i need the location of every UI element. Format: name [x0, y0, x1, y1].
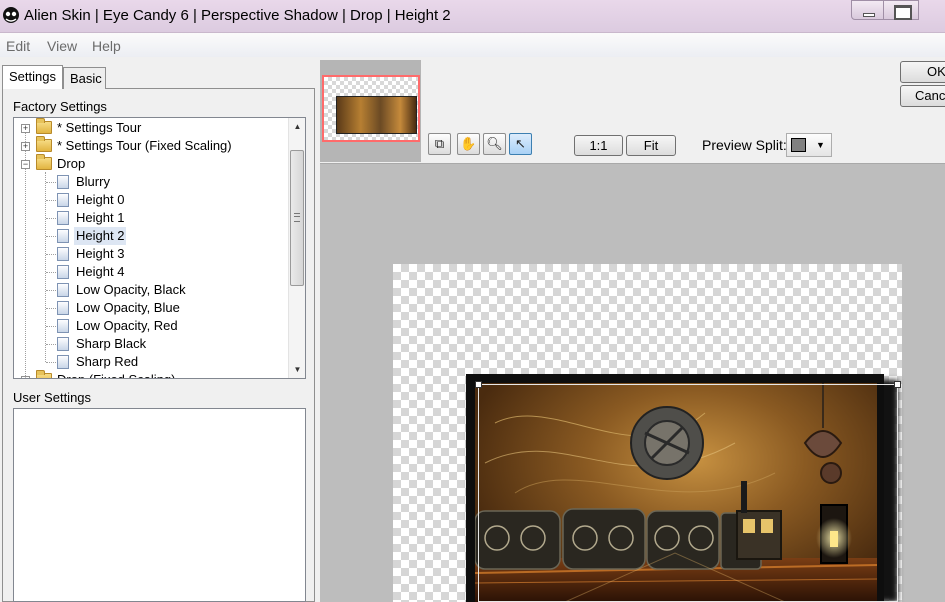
preset-icon [57, 193, 69, 207]
tree-item-height-3[interactable]: Height 3 [14, 245, 286, 263]
tree-item-low-opacity-red[interactable]: Low Opacity, Red [14, 317, 286, 335]
user-settings-list[interactable] [13, 408, 306, 602]
maximize-button[interactable] [883, 0, 919, 20]
folder-icon [36, 136, 52, 152]
tree-scrollbar[interactable]: ▲ ▼ [288, 118, 305, 378]
folder-icon [36, 370, 52, 378]
zoom-icon[interactable]: 🔍︎ [483, 133, 506, 155]
preset-icon [57, 175, 69, 189]
ok-button[interactable]: OK [900, 61, 945, 83]
scroll-down-icon[interactable]: ▼ [289, 361, 305, 378]
resize-handle-top-left[interactable] [475, 381, 482, 388]
preview-split-dropdown[interactable]: ▼ [786, 133, 832, 157]
factory-settings-label: Factory Settings [13, 99, 107, 114]
tree-item-blurry[interactable]: Blurry [14, 173, 286, 191]
scroll-up-icon[interactable]: ▲ [289, 118, 305, 135]
navigator-thumbnail [336, 96, 417, 134]
tab-basic[interactable]: Basic [63, 67, 106, 89]
window-title: Alien Skin | Eye Candy 6 | Perspective S… [24, 7, 451, 24]
open-folder-icon [36, 154, 52, 170]
tree-item-low-opacity-black[interactable]: Low Opacity, Black [14, 281, 286, 299]
split-color-swatch [791, 138, 806, 152]
folder-icon [36, 118, 52, 134]
preset-icon [57, 229, 69, 243]
preset-icon [57, 319, 69, 333]
pointer-icon[interactable]: ↖ [509, 133, 532, 155]
factory-settings-tree[interactable]: + * Settings Tour + * Settings Tour (Fix… [13, 117, 306, 379]
preset-icon [57, 337, 69, 351]
preset-icon [57, 355, 69, 369]
zoom-1to1-button[interactable]: 1:1 [574, 135, 623, 156]
tab-settings[interactable]: Settings [2, 65, 63, 89]
expand-icon[interactable]: + [21, 124, 30, 133]
menu-edit[interactable]: Edit [6, 38, 30, 54]
collapse-icon[interactable]: − [21, 160, 30, 169]
expand-icon[interactable]: + [21, 142, 30, 151]
tree-item-settings-tour-fixed[interactable]: + * Settings Tour (Fixed Scaling) [14, 136, 286, 155]
tree-item-sharp-black[interactable]: Sharp Black [14, 335, 286, 353]
preset-icon [57, 247, 69, 261]
minimize-button[interactable] [851, 0, 884, 20]
cancel-button[interactable]: Cancel [900, 85, 945, 107]
dropdown-arrow-icon: ▼ [816, 140, 825, 150]
selection-frame[interactable] [478, 384, 898, 602]
tree-item-height-2[interactable]: Height 2 [14, 227, 286, 245]
tree-item-height-1[interactable]: Height 1 [14, 209, 286, 227]
expand-icon[interactable]: + [21, 376, 30, 378]
resize-handle-top-right[interactable] [894, 381, 901, 388]
tree-item-low-opacity-blue[interactable]: Low Opacity, Blue [14, 299, 286, 317]
menu-bar: Edit View Help [0, 33, 945, 57]
menu-view[interactable]: View [47, 38, 77, 54]
alien-skin-logo-icon [3, 7, 19, 23]
tree-item-sharp-red[interactable]: Sharp Red [14, 353, 286, 371]
fit-button[interactable]: Fit [626, 135, 676, 156]
tree-item-drop[interactable]: − Drop [14, 154, 286, 173]
preset-icon [57, 211, 69, 225]
preset-icon [57, 301, 69, 315]
menu-help[interactable]: Help [92, 38, 121, 54]
tree-item-height-0[interactable]: Height 0 [14, 191, 286, 209]
scroll-thumb[interactable] [290, 150, 304, 286]
hand-icon[interactable]: ✋ [457, 133, 480, 155]
user-settings-label: User Settings [13, 390, 92, 405]
tree-item-drop-fixed-scaling[interactable]: + Drop (Fixed Scaling) [14, 370, 286, 378]
split-view-icon[interactable]: ⧉ [428, 133, 451, 155]
preset-icon [57, 283, 69, 297]
tree-item-settings-tour[interactable]: + * Settings Tour [14, 118, 286, 137]
preset-icon [57, 265, 69, 279]
tree-item-height-4[interactable]: Height 4 [14, 263, 286, 281]
title-bar: Alien Skin | Eye Candy 6 | Perspective S… [0, 0, 945, 33]
preview-split-label: Preview Split: [702, 137, 787, 153]
